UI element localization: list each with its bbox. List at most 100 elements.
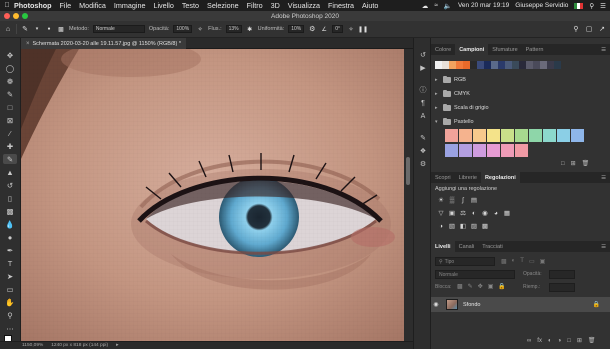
swatch-group-rgb[interactable]: ▸ RGB (435, 75, 466, 84)
search-icon[interactable]: ⚲ (572, 25, 580, 33)
clone-source-panel-icon[interactable]: ⚙ (417, 159, 429, 169)
tab-livelli[interactable]: Livelli (431, 241, 455, 252)
menu-aiuto[interactable]: Aiuto (362, 1, 378, 10)
lock-artboard-icon[interactable]: ▣ (488, 283, 494, 290)
layer-style-icon[interactable]: fx (537, 338, 542, 344)
rectangle-tool-icon[interactable]: ▭ (3, 284, 17, 294)
tab-tracciati[interactable]: Tracciati (478, 241, 507, 252)
actions-panel-icon[interactable]: ▶ (417, 63, 429, 73)
layer-filter-select[interactable]: ⚲ Tipo (435, 257, 495, 266)
gear-icon[interactable]: ⚙ (308, 25, 316, 33)
menu-testo[interactable]: Testo (182, 1, 199, 10)
brightness-icon[interactable]: ☀ (437, 196, 445, 204)
menu-selezione[interactable]: Selezione (207, 1, 239, 10)
color-swatch[interactable] (487, 129, 500, 142)
panel-menu-icon[interactable]: ☰ (597, 172, 610, 183)
color-swatch[interactable] (470, 61, 477, 69)
filter-adjustment-icon[interactable]: ◐ (512, 258, 516, 265)
color-swatch[interactable] (463, 61, 470, 69)
tab-regolazioni[interactable]: Regolazioni (480, 172, 520, 183)
document-tab[interactable]: × Schermata 2020-03-20 alle 19.11.57.jpg… (21, 38, 186, 49)
tab-canali[interactable]: Canali (455, 241, 479, 252)
canvas-vertical-scrollbar[interactable] (404, 49, 413, 341)
info-panel-icon[interactable]: ⓘ (417, 85, 429, 95)
fill-field[interactable] (549, 283, 575, 292)
exposure-icon[interactable]: ▤ (470, 196, 478, 204)
maximize-window-button[interactable] (22, 13, 28, 19)
black-white-icon[interactable]: ◐ (470, 209, 478, 217)
metodo-select[interactable]: Normale (92, 25, 145, 33)
color-swatch[interactable] (512, 61, 519, 69)
lock-icon[interactable]: 🔒 (593, 301, 600, 308)
lock-all-icon[interactable]: 🔒 (498, 283, 505, 290)
pressure-size-icon[interactable]: ✧ (347, 25, 355, 33)
airbrush-icon[interactable]: ✱ (246, 25, 254, 33)
new-group-icon[interactable]: □ (567, 338, 571, 344)
crop-tool-icon[interactable]: □ (3, 102, 17, 112)
menu-3d[interactable]: 3D (271, 1, 280, 10)
chevron-down-icon[interactable]: ▾ (33, 25, 41, 33)
lock-paint-icon[interactable]: ✎ (468, 283, 473, 290)
color-swatch[interactable] (515, 129, 528, 142)
lasso-tool-icon[interactable]: ❁ (3, 76, 17, 86)
scrollbar-thumb[interactable] (406, 157, 410, 185)
color-swatch[interactable] (547, 61, 554, 69)
brush-settings-icon[interactable]: ▩ (57, 25, 65, 33)
panel-menu-icon[interactable]: ☰ (597, 44, 610, 55)
volume-icon[interactable]: 🔈 (444, 2, 452, 10)
home-icon[interactable]: ⌂ (4, 25, 12, 33)
color-swatch[interactable] (529, 129, 542, 142)
user-name[interactable]: Giuseppe Servidio (515, 2, 568, 9)
pen-tool-icon[interactable]: ✒ (3, 245, 17, 255)
menu-immagine[interactable]: Immagine (114, 1, 146, 10)
curves-icon[interactable]: ∫ (459, 196, 467, 204)
angle-field[interactable]: 0° (332, 25, 344, 33)
share-icon[interactable]: ↗ (598, 25, 606, 33)
color-swatch[interactable] (501, 144, 514, 157)
color-swatch[interactable] (442, 61, 449, 69)
path-selection-tool-icon[interactable]: ➤ (3, 271, 17, 281)
cloud-icon[interactable]: ☁ (422, 2, 429, 10)
menu-filtro[interactable]: Filtro (247, 1, 263, 10)
minimize-window-button[interactable] (13, 13, 19, 19)
eyedropper-tool-icon[interactable]: ⁄ (3, 128, 17, 138)
close-icon[interactable]: × (26, 41, 30, 47)
workspace-icon[interactable]: ▢ (585, 25, 593, 33)
gradient-map-icon[interactable]: ▨ (470, 222, 478, 230)
dodge-tool-icon[interactable]: ● (3, 232, 17, 242)
layer-row-sfondo[interactable]: ◉ Sfondo 🔒 (431, 297, 610, 312)
flusso-field[interactable]: 13% (225, 25, 242, 33)
color-swatch[interactable] (519, 61, 526, 69)
color-swatch[interactable] (540, 61, 547, 69)
filter-type-icon[interactable]: T (520, 258, 524, 265)
blur-tool-icon[interactable]: 💧 (3, 219, 17, 229)
posterize-icon[interactable]: ▧ (448, 222, 456, 230)
symmetry-icon[interactable]: ❚❚ (358, 25, 368, 33)
color-swatch[interactable] (543, 129, 556, 142)
color-swatch[interactable] (498, 61, 505, 69)
color-lookup-icon[interactable]: ▦ (503, 209, 511, 217)
color-swatch[interactable] (473, 129, 486, 142)
tab-scopri[interactable]: Scopri (431, 172, 455, 183)
trash-icon[interactable]: 🗑 (588, 337, 596, 344)
color-swatch[interactable] (557, 129, 570, 142)
zoom-tool-icon[interactable]: ⚲ (3, 310, 17, 320)
uniformita-field[interactable]: 10% (288, 25, 305, 33)
color-swatch[interactable] (491, 61, 498, 69)
menu-photoshop[interactable]: Photoshop (14, 1, 52, 10)
new-layer-icon[interactable]: ⊞ (577, 337, 582, 344)
new-group-icon[interactable]: □ (561, 161, 565, 167)
opacity-field[interactable] (549, 270, 575, 279)
photo-filter-icon[interactable]: ◉ (481, 209, 489, 217)
menu-finestra[interactable]: Finestra (328, 1, 354, 10)
tab-librerie[interactable]: Librerie (455, 172, 481, 183)
color-swatch[interactable] (501, 129, 514, 142)
selective-color-icon[interactable]: ▩ (481, 222, 489, 230)
paragraph-panel-icon[interactable]: ¶ (417, 98, 429, 108)
chevron-right-icon[interactable]: ▸ (435, 91, 440, 97)
tab-campioni[interactable]: Campioni (455, 44, 489, 55)
brush-size-preview[interactable]: ● (45, 25, 53, 33)
color-swatch[interactable] (554, 61, 561, 69)
adjustment-layer-icon[interactable]: ◑ (558, 338, 562, 344)
quick-selection-tool-icon[interactable]: ✎ (3, 89, 17, 99)
